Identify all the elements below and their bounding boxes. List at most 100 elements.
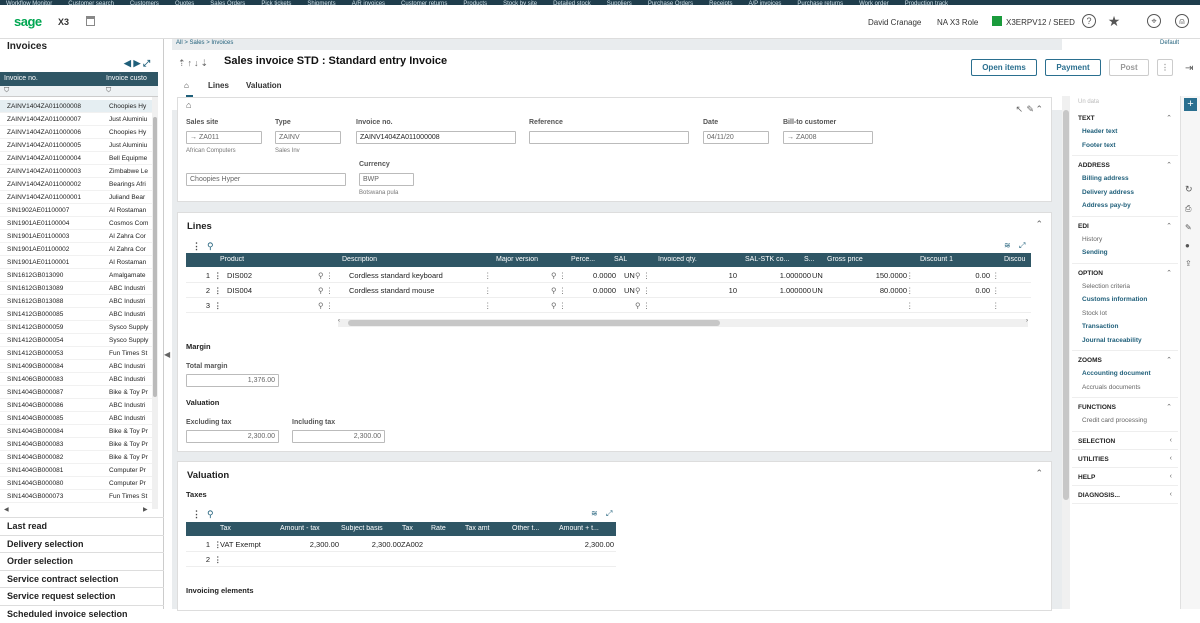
table-row[interactable]: 3 ⋮ ⚲ ⋮ ⋮ ⚲ ⋮ ⚲ ⋮ ⋮ ⋮ (186, 298, 1031, 313)
list-item[interactable]: SIN1901AE01100003 Al Zahra Cor (0, 230, 152, 243)
breadcrumb-sales[interactable]: Sales (190, 40, 205, 46)
lookup-icon[interactable]: ⚲ ⋮ (635, 271, 650, 280)
grid-hscrollbar[interactable]: ‹ › (338, 318, 1028, 327)
expand-icon[interactable]: ⤢ (143, 58, 150, 68)
list-item[interactable]: SIN1404GB000085 ABC Industri (0, 412, 152, 425)
action-item[interactable]: History (1082, 236, 1102, 243)
table-row[interactable]: 1 DIS002 Cordless standard keyboard 0.0000 U… (186, 268, 1031, 283)
action-item[interactable]: Journal traceability (1082, 337, 1142, 344)
action-group-title[interactable]: EDI (1078, 223, 1089, 230)
list-item[interactable]: SIN1412GB000054 Sysco Supply (0, 334, 152, 347)
lookup-icon[interactable]: ⚲ ⋮ (551, 301, 566, 310)
column-invoice-no[interactable]: Invoice no. (4, 75, 38, 82)
table-row[interactable]: 2 DIS004 Cordless standard mouse 0.0000 UN 10… (186, 283, 1031, 298)
list-item[interactable]: SIN1404GB000081 Computer Pr (0, 464, 152, 477)
list-item[interactable]: ZAINV1404ZA011000001 Juliand Bear (0, 191, 152, 204)
filter-icon[interactable]: ⛉ (106, 87, 111, 95)
currency-field[interactable]: BWP (359, 173, 414, 186)
action-group-title[interactable]: SELECTION (1078, 438, 1115, 445)
date-field[interactable]: 04/11/20 (703, 131, 769, 144)
row-menu-icon[interactable]: ⋮ (214, 286, 222, 295)
row-menu-icon[interactable]: ⋮ (214, 540, 222, 549)
folder-name[interactable]: X3ERPV12 / SEED (1006, 18, 1075, 27)
action-item[interactable]: Sending (1082, 249, 1108, 256)
list-item[interactable]: SIN1412GB000053 Fun Times St (0, 347, 152, 360)
list-item[interactable]: ZAINV1404ZA011000007 Just Aluminiu (0, 113, 152, 126)
left-section-4[interactable]: Service request selection (0, 587, 164, 605)
col-tax[interactable]: Tax (220, 525, 231, 532)
list-hscrollbar[interactable]: ◀ ▶ (0, 506, 158, 514)
list-item[interactable]: ZAINV1404ZA011000002 Bearings Afri (0, 178, 152, 191)
compass-icon[interactable]: ⌖ (1147, 14, 1161, 28)
list-item[interactable]: SIN1612GB013090 Amalgamate (0, 269, 152, 282)
list-item[interactable]: SIN1404GB000084 Bike & Toy Pr (0, 425, 152, 438)
filter-icon[interactable]: ⛉ (4, 87, 9, 95)
including-tax-field[interactable]: 2,300.00 (292, 430, 385, 443)
table-row[interactable]: 1 VAT Exempt 2,300.00 2,300.00 ZA002 2,300.00… (186, 537, 616, 552)
list-item[interactable]: SIN1412GB000059 Sysco Supply (0, 321, 152, 334)
action-item[interactable]: Customs information (1082, 296, 1147, 303)
tab-lines[interactable]: Lines (208, 81, 229, 90)
row-menu-icon[interactable]: ⋮ (484, 286, 492, 295)
user-name[interactable]: David Cranage (868, 18, 921, 27)
col-invoiced-qty[interactable]: Invoiced qty. (658, 256, 697, 263)
col-tax-amt[interactable]: Tax amt (465, 525, 490, 532)
chevron-up-icon[interactable]: ⌃ (1166, 114, 1172, 122)
col-discount2[interactable]: Discou (1004, 256, 1025, 263)
col-subject-basis[interactable]: Subject basis (341, 525, 383, 532)
chevron-left-icon[interactable]: ‹ (1170, 491, 1172, 498)
more-actions-icon[interactable]: ⋮ (1157, 59, 1173, 76)
lookup-icon[interactable]: ⚲ ⋮ (551, 271, 566, 280)
close-panel-icon[interactable]: ⇥ (1185, 63, 1193, 74)
left-section-1[interactable]: Delivery selection (0, 534, 164, 553)
comment-icon[interactable]: ● (1185, 241, 1190, 250)
attach-icon[interactable]: ✎ (1185, 223, 1192, 232)
collapse-panel-icon[interactable]: ◀ (164, 350, 170, 359)
chevron-up-icon[interactable]: ⌃ (1166, 403, 1172, 411)
row-menu-icon[interactable]: ⋮ (906, 301, 914, 310)
row-menu-icon[interactable]: ⋮ (214, 555, 222, 564)
row-menu-icon[interactable]: ⋮ (992, 271, 1000, 280)
col-amount-plus-tax[interactable]: Amount + t... (559, 525, 599, 532)
collapse-icon[interactable]: ⌃ (1035, 104, 1043, 115)
left-section-0[interactable]: Last read (0, 517, 164, 535)
invoice-no-field[interactable]: ZAINV1404ZA011000008 (356, 131, 516, 144)
list-filter-row[interactable]: ⛉ ⛉ (0, 86, 158, 97)
fullscreen-icon[interactable]: ⤢ (606, 509, 612, 519)
edit-icon[interactable]: ✎ (1026, 104, 1034, 115)
left-section-2[interactable]: Order selection (0, 552, 164, 570)
list-item[interactable]: SIN1404GB000080 Computer Pr (0, 477, 152, 490)
star-icon[interactable]: ★ (1107, 14, 1121, 28)
chevron-up-icon[interactable]: ⌃ (1166, 269, 1172, 277)
list-item[interactable]: SIN1406GB000083 ABC Industri (0, 373, 152, 386)
layers-icon[interactable]: ≋ (1004, 241, 1011, 250)
grid-menu-icon[interactable]: ⋮ (192, 509, 201, 520)
action-item[interactable]: Footer text (1082, 142, 1116, 149)
type-field[interactable]: ZAINV (275, 131, 341, 144)
open-items-button[interactable]: Open items (971, 59, 1037, 76)
action-group-title[interactable]: OPTION (1078, 270, 1103, 277)
action-item[interactable]: Accounting document (1082, 370, 1151, 377)
help-icon[interactable]: ? (1082, 14, 1096, 28)
col-percent[interactable]: Perce... (571, 256, 595, 263)
action-group-title[interactable]: TEXT (1078, 115, 1095, 122)
left-section-3[interactable]: Service contract selection (0, 569, 164, 588)
fullscreen-icon[interactable]: ⤢ (1019, 241, 1025, 251)
col-sal-stk[interactable]: SAL-STK co... (745, 256, 789, 263)
col-s[interactable]: S... (804, 256, 815, 263)
next-icon[interactable]: ▶ (133, 58, 140, 68)
col-other-tax[interactable]: Other t... (512, 525, 539, 532)
home-tab-icon[interactable]: ⌂ (184, 81, 189, 90)
list-item[interactable]: ZAINV1404ZA011000004 Bell Equipme (0, 152, 152, 165)
breadcrumb-invoices[interactable]: Invoices (211, 40, 233, 46)
action-group-title[interactable]: HELP (1078, 474, 1095, 481)
row-menu-icon[interactable]: ⋮ (214, 271, 222, 280)
action-item[interactable]: Transaction (1082, 323, 1118, 330)
lookup-icon[interactable]: ⚲ ⋮ (318, 301, 333, 310)
breadcrumb-all[interactable]: All (176, 40, 183, 46)
list-item[interactable]: SIN1404GB000073 Fun Times St (0, 490, 152, 503)
chevron-left-icon[interactable]: ‹ (1170, 437, 1172, 444)
left-section-5[interactable]: Scheduled invoice selection (0, 604, 164, 623)
action-item[interactable]: Selection criteria (1082, 283, 1130, 290)
collapse-icon[interactable]: ⌃ (1035, 468, 1043, 479)
